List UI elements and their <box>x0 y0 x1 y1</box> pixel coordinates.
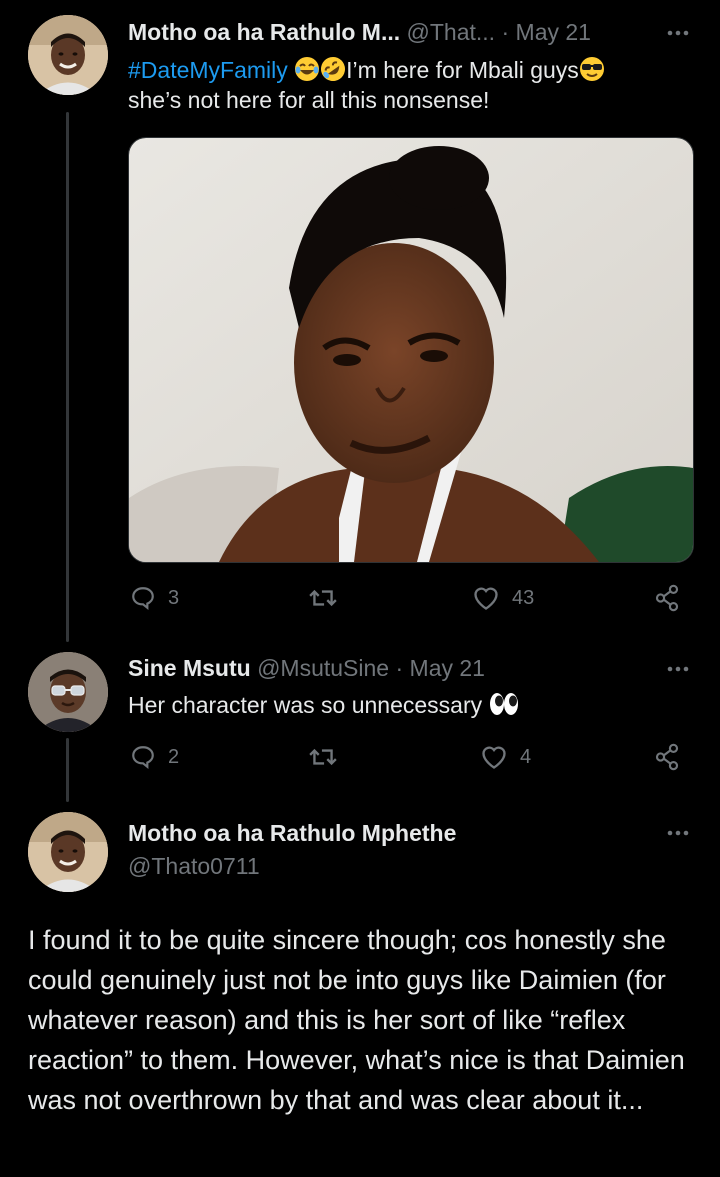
avatar-tweet1[interactable] <box>28 15 108 95</box>
reply-button[interactable]: 3 <box>130 582 179 614</box>
tweet2-header: Sine Msutu @MsutuSine · May 21 <box>128 653 690 683</box>
more-icon[interactable] <box>666 23 690 43</box>
author-name[interactable]: Motho oa ha Rathulo Mphethe <box>128 820 456 846</box>
retweet-button[interactable] <box>308 741 350 773</box>
hashtag-link[interactable]: #DateMyFamily <box>128 57 288 83</box>
more-icon[interactable] <box>666 823 690 843</box>
heart-icon <box>482 746 506 769</box>
like-button[interactable]: 4 <box>480 741 531 773</box>
separator: · <box>395 655 404 681</box>
reply-count: 3 <box>168 586 180 609</box>
like-button[interactable]: 43 <box>472 582 534 614</box>
tweet2-text-content: Her character was so unnecessary <box>128 692 483 718</box>
reply-button[interactable]: 2 <box>130 741 179 773</box>
tweet1-text: #DateMyFamily I’m here for Mbali guys sh… <box>128 55 680 115</box>
share-button[interactable] <box>654 582 692 614</box>
retweet-icon <box>309 589 337 607</box>
more-icon[interactable] <box>666 659 690 679</box>
like-count: 4 <box>520 745 532 768</box>
tweet-image[interactable] <box>128 137 694 563</box>
joy-emoji-icon <box>295 57 320 81</box>
tweet2-text: Her character was so unnecessary <box>128 690 680 720</box>
author-name[interactable]: Sine Msutu <box>128 655 251 681</box>
tweet1-actions: 3 43 <box>128 582 692 614</box>
retweet-button[interactable] <box>308 582 350 614</box>
author-name[interactable]: Motho oa ha Rathulo M... <box>128 19 400 45</box>
reply-count: 2 <box>168 745 180 768</box>
sunglasses-emoji-icon <box>579 57 604 81</box>
share-icon <box>655 584 679 612</box>
avatar-tweet3[interactable] <box>28 812 108 892</box>
heart-icon <box>474 587 498 610</box>
tweet-date[interactable]: May 21 <box>516 19 591 45</box>
rofl-emoji-icon <box>321 57 346 81</box>
tweet3-handle-row: @Thato0711 <box>128 851 690 881</box>
author-handle[interactable]: @MsutuSine <box>257 655 389 681</box>
thread-line-2 <box>66 738 69 802</box>
tweet1-header: Motho oa ha Rathulo M... @That... · May … <box>128 17 690 47</box>
like-count: 43 <box>512 586 535 609</box>
tweet2-actions: 2 4 <box>128 741 692 773</box>
tweet-date[interactable]: May 21 <box>410 655 485 681</box>
tweet3-text: I found it to be quite sincere though; c… <box>28 925 685 1115</box>
eyes-emoji-icon <box>489 693 518 715</box>
share-button[interactable] <box>654 741 692 773</box>
author-handle[interactable]: @Thato0711 <box>128 853 260 879</box>
reply-icon <box>132 587 154 611</box>
tweet1-text-inline: I’m here for Mbali guys <box>346 57 579 83</box>
reply-icon <box>132 746 154 770</box>
share-icon <box>655 743 679 771</box>
author-handle[interactable]: @That... <box>407 19 496 45</box>
tweet3-name-row: Motho oa ha Rathulo Mphethe <box>128 818 690 848</box>
thread-line-1 <box>66 112 69 642</box>
avatar-tweet2[interactable] <box>28 652 108 732</box>
tweet1-text-line2: she’s not here for all this nonsense! <box>128 87 490 113</box>
retweet-icon <box>309 748 337 766</box>
separator: · <box>501 19 510 45</box>
